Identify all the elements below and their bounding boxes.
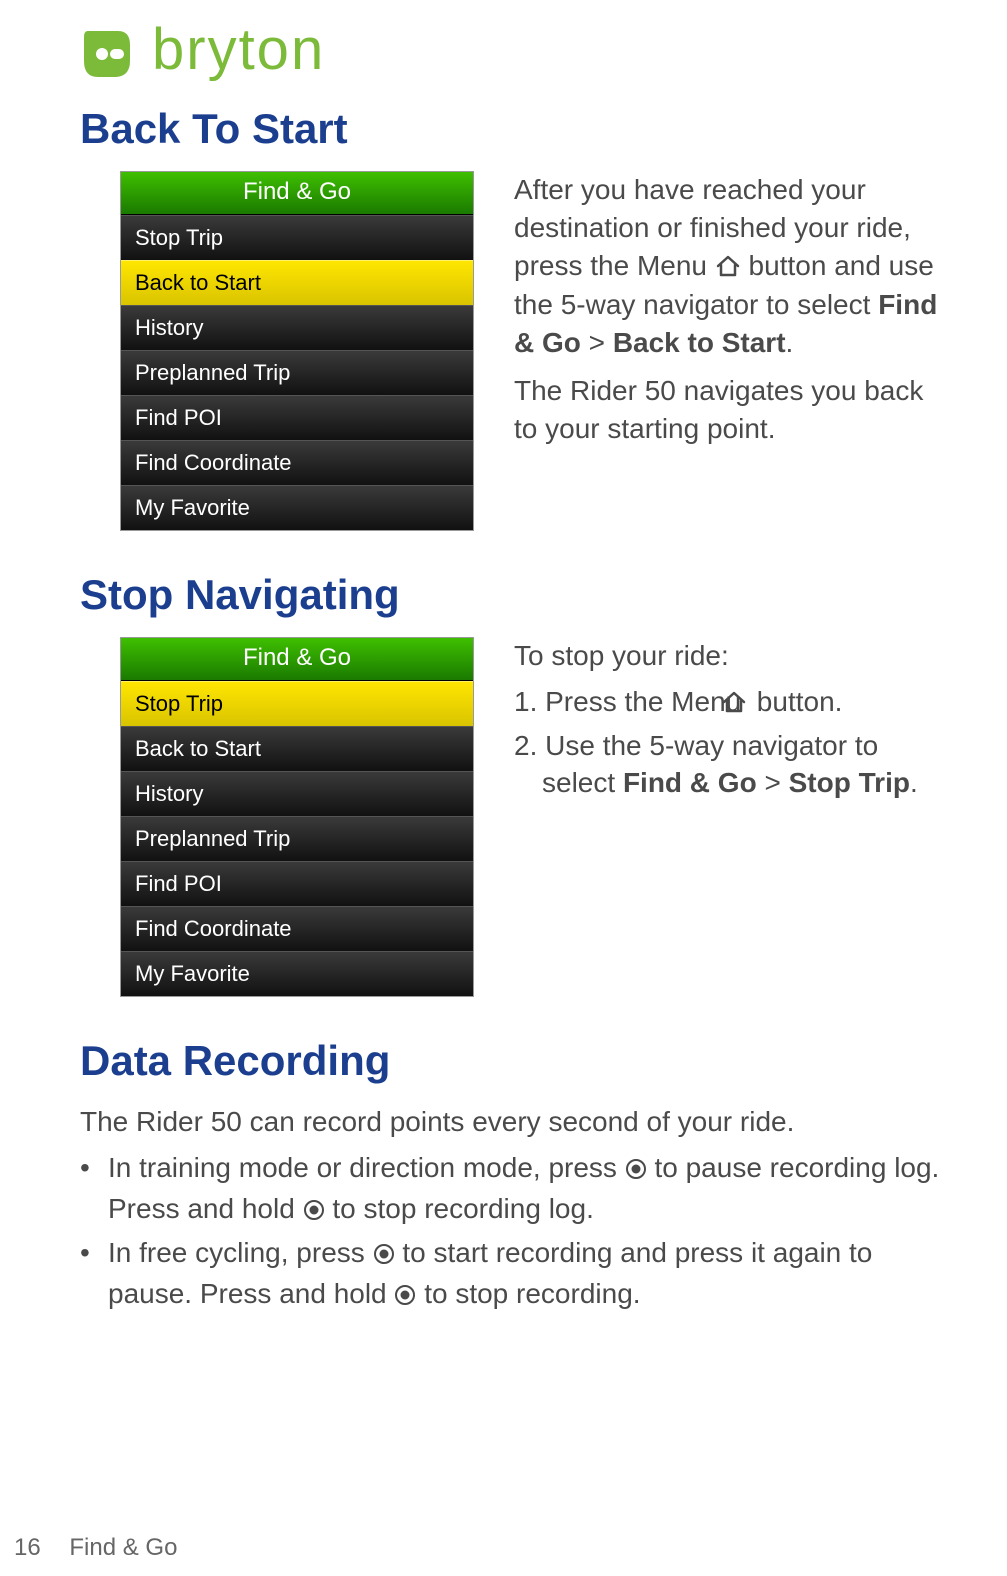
logo-mark-icon (80, 27, 134, 81)
menu-home-icon (715, 249, 741, 287)
menu-header: Find & Go (121, 172, 473, 215)
text-fragment: 1. Press the Menu (514, 686, 749, 717)
menu-header: Find & Go (121, 638, 473, 681)
text-fragment: In training mode or direction mode, pres… (108, 1152, 625, 1183)
device-menu-stop-navigating: Find & Go Stop Trip Back to Start Histor… (120, 637, 474, 997)
heading-stop-navigating: Stop Navigating (80, 571, 947, 619)
step-item: 2. Use the 5-way navigator to select Fin… (514, 727, 947, 803)
page-number: 16 (14, 1534, 41, 1561)
heading-data-recording: Data Recording (80, 1037, 947, 1085)
record-button-icon (373, 1237, 395, 1275)
text-bold: Stop Trip (789, 767, 910, 798)
bullet-dot: • (80, 1234, 108, 1316)
bullet-item: • In training mode or direction mode, pr… (80, 1149, 947, 1231)
menu-item: Stop Trip (121, 215, 473, 260)
text-fragment: . (910, 767, 918, 798)
text-fragment: In free cycling, press (108, 1237, 373, 1268)
text-paragraph: The Rider 50 navigates you back to your … (514, 372, 947, 448)
text-fragment: > (757, 767, 789, 798)
menu-item: History (121, 771, 473, 816)
text-bold: Back to Start (613, 327, 786, 358)
menu-item: My Favorite (121, 951, 473, 996)
data-recording-bullets: • In training mode or direction mode, pr… (80, 1149, 947, 1316)
text-fragment: > (581, 327, 613, 358)
record-button-icon (625, 1152, 647, 1190)
text-fragment: to stop recording. (416, 1278, 640, 1309)
text-fragment: . (786, 327, 794, 358)
menu-item-selected: Back to Start (121, 260, 473, 305)
brand-logo: bryton (80, 20, 947, 87)
menu-item: Preplanned Trip (121, 816, 473, 861)
menu-item: Find POI (121, 861, 473, 906)
menu-item: Find POI (121, 395, 473, 440)
bullet-item: • In free cycling, press to start record… (80, 1234, 947, 1316)
bullet-dot: • (80, 1149, 108, 1231)
menu-item: My Favorite (121, 485, 473, 530)
stop-navigating-description: To stop your ride: 1. Press the Menu but… (514, 637, 947, 806)
text-fragment: to stop recording log. (325, 1193, 594, 1224)
record-button-icon (394, 1278, 416, 1316)
step-item: 1. Press the Menu button. (514, 683, 947, 723)
back-to-start-description: After you have reached your destination … (514, 171, 947, 458)
menu-item: Find Coordinate (121, 906, 473, 951)
text-intro: To stop your ride: (514, 637, 947, 675)
record-button-icon (303, 1193, 325, 1231)
heading-back-to-start: Back To Start (80, 105, 947, 153)
footer-section-name: Find & Go (69, 1534, 177, 1561)
page-footer: 16 Find & Go (14, 1534, 177, 1562)
text-bold: Find & Go (623, 767, 757, 798)
menu-item: History (121, 305, 473, 350)
logo-text: bryton (152, 16, 325, 83)
menu-item: Back to Start (121, 726, 473, 771)
data-recording-intro: The Rider 50 can record points every sec… (80, 1103, 947, 1141)
menu-item: Preplanned Trip (121, 350, 473, 395)
menu-item-selected: Stop Trip (121, 681, 473, 726)
text-fragment: button. (749, 686, 842, 717)
device-menu-back-to-start: Find & Go Stop Trip Back to Start Histor… (120, 171, 474, 531)
menu-item: Find Coordinate (121, 440, 473, 485)
